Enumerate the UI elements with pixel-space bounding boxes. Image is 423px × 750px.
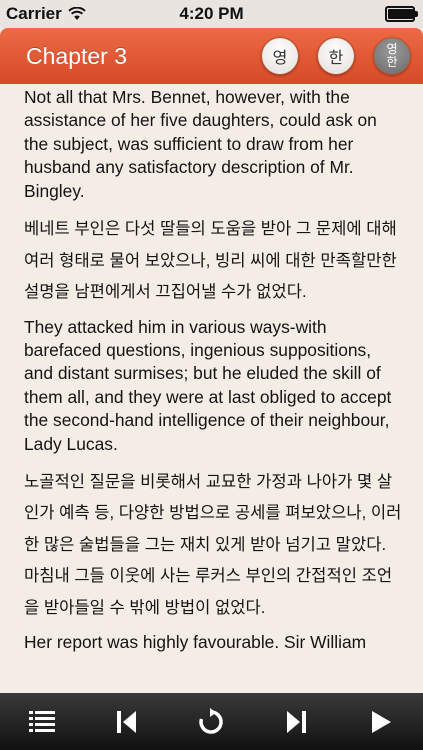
- korean-paragraph: 노골적인 질문을 비롯해서 교묘한 가정과 나아가 몇 살인가 예측 등, 다양…: [24, 471, 402, 617]
- carrier-label: Carrier: [6, 4, 62, 23]
- english-only-button[interactable]: 영: [261, 37, 299, 75]
- bilingual-button[interactable]: 영 한: [373, 37, 411, 75]
- repeat-button[interactable]: [189, 700, 233, 744]
- play-button[interactable]: [359, 700, 403, 744]
- reader-content[interactable]: Not all that Mrs. Bennet, however, with …: [0, 84, 423, 693]
- english-paragraph: Not all that Mrs. Bennet, however, with …: [24, 87, 377, 201]
- chapter-title: Chapter 3: [26, 42, 128, 69]
- status-bar: Carrier 4:20 PM: [0, 0, 423, 28]
- playback-toolbar: [0, 693, 423, 750]
- english-paragraph: Her report was highly favourable. Sir Wi…: [24, 632, 367, 653]
- korean-paragraph: 베네트 부인은 다섯 딸들의 도움을 받아 그 문제에 대해 여러 형태로 물어…: [24, 219, 397, 302]
- repeat-icon: [199, 707, 224, 734]
- skip-next-icon: [287, 710, 307, 733]
- skip-previous-icon: [116, 710, 136, 733]
- chapter-list-button[interactable]: [20, 700, 64, 744]
- english-button-label: 영: [272, 50, 288, 67]
- next-button[interactable]: [274, 700, 318, 744]
- wifi-icon: [68, 7, 86, 20]
- bilingual-label-bottom: 한: [386, 55, 398, 69]
- previous-button[interactable]: [105, 700, 149, 744]
- english-paragraph: They attacked him in various ways-with b…: [24, 316, 392, 454]
- battery-icon: [385, 6, 418, 22]
- korean-button-label: 한: [328, 50, 344, 67]
- korean-only-button[interactable]: 한: [317, 37, 355, 75]
- navigation-header: Chapter 3 영 한 영 한: [0, 28, 423, 84]
- play-icon: [371, 710, 391, 733]
- list-icon: [29, 710, 56, 732]
